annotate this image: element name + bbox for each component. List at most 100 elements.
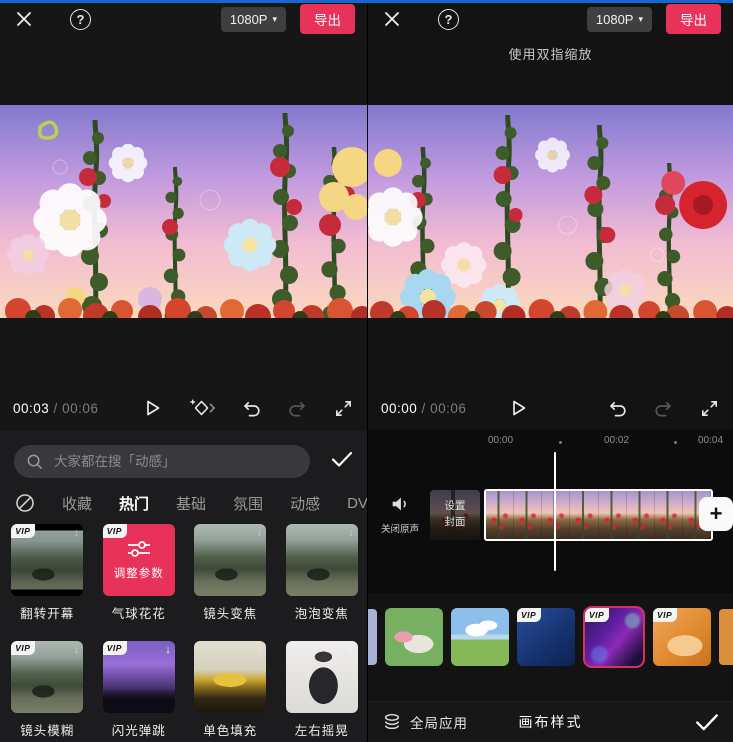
- add-clip-button[interactable]: +: [699, 497, 733, 531]
- none-effect-icon[interactable]: [15, 493, 35, 513]
- vip-badge: VIP: [11, 641, 35, 655]
- app-window: ? 1080P ▾ 导出: [0, 0, 733, 742]
- ruler-tick: 00:00: [488, 435, 513, 446]
- effect-name: 镜头模糊: [20, 720, 74, 739]
- mute-original-sound-button[interactable]: 关闭原声: [376, 494, 424, 535]
- clip-frame: [599, 491, 627, 539]
- effects-panel: 收藏 热门 基础 氛围 动感 DV VIP ↓ 翻转开幕 VIP: [0, 431, 367, 742]
- resolution-button[interactable]: 1080P ▾: [221, 7, 286, 32]
- ruler-dot: [559, 441, 562, 444]
- screen-effects: ? 1080P ▾ 导出: [0, 0, 367, 742]
- canvas-style-list: VIP VIP VIP: [368, 603, 733, 671]
- caret-down-icon: ▾: [638, 15, 643, 24]
- undo-icon[interactable]: [607, 398, 628, 419]
- redo-icon[interactable]: [653, 398, 674, 419]
- download-icon: ↓: [257, 644, 263, 656]
- export-button[interactable]: 导出: [300, 4, 355, 34]
- resolution-label: 1080P: [596, 12, 634, 27]
- left-player-bar: 00:03 / 00:06: [0, 388, 367, 428]
- download-icon: ↓: [348, 644, 354, 656]
- apply-all-label: 全局应用: [410, 712, 468, 732]
- effects-grid: VIP ↓ 翻转开幕 VIP 调整参数 气球: [10, 524, 359, 739]
- apply-to-all-button[interactable]: 全局应用: [382, 712, 468, 732]
- vip-badge: VIP: [653, 608, 677, 622]
- cover-label: 设置封面: [442, 499, 468, 531]
- search-input[interactable]: [52, 453, 298, 470]
- fullscreen-icon[interactable]: [699, 398, 720, 419]
- canvas-style-item[interactable]: [451, 608, 509, 666]
- effect-item-selected[interactable]: VIP 调整参数 气球花花: [102, 524, 177, 622]
- close-icon[interactable]: [12, 7, 36, 31]
- mute-label: 关闭原声: [381, 521, 419, 535]
- pinch-zoom-hint: 使用双指缩放: [368, 44, 733, 63]
- play-button[interactable]: [141, 397, 163, 419]
- tab-hot[interactable]: 热门: [119, 493, 149, 514]
- video-clip[interactable]: [484, 489, 713, 541]
- effect-name: 翻转开幕: [20, 603, 74, 622]
- confirm-effect-icon[interactable]: [330, 449, 354, 469]
- help-icon[interactable]: ?: [70, 9, 91, 30]
- export-button[interactable]: 导出: [666, 4, 721, 34]
- tab-basic[interactable]: 基础: [176, 493, 206, 514]
- download-icon: ↓: [165, 644, 171, 656]
- timeline-ruler: 00:00 00:02 00:04: [368, 435, 733, 449]
- canvas-footer: 全局应用 画布样式: [368, 701, 733, 742]
- close-icon[interactable]: [380, 7, 404, 31]
- clip-frame: [514, 491, 542, 539]
- layers-stack-icon: [382, 712, 402, 732]
- playhead[interactable]: [554, 452, 556, 571]
- effect-name: 左右摇晃: [295, 720, 349, 739]
- undo-icon[interactable]: [241, 398, 262, 419]
- fullscreen-icon[interactable]: [333, 398, 354, 419]
- effect-name: 镜头变焦: [203, 603, 257, 622]
- effect-item[interactable]: VIP ↓ 翻转开幕: [10, 524, 85, 622]
- ruler-tick: 00:04: [698, 435, 723, 446]
- effect-category-tabs: 收藏 热门 基础 氛围 动感 DV: [15, 488, 367, 518]
- effect-name: 泡泡变焦: [295, 603, 349, 622]
- download-icon: ↓: [74, 527, 80, 539]
- play-button[interactable]: [507, 397, 529, 419]
- canvas-style-item[interactable]: VIP: [517, 608, 575, 666]
- ruler-dot: [674, 441, 677, 444]
- effect-item[interactable]: ↓ 单色填充: [193, 641, 268, 739]
- clip-frame: [627, 491, 655, 539]
- help-icon[interactable]: ?: [438, 9, 459, 30]
- tab-atmosphere[interactable]: 氛围: [233, 493, 263, 514]
- redo-icon[interactable]: [287, 398, 308, 419]
- video-preview-left: [0, 105, 367, 318]
- clip-frame: [486, 491, 514, 539]
- effect-item[interactable]: ↓ 泡泡变焦: [285, 524, 360, 622]
- panel-title: 画布样式: [519, 712, 583, 732]
- keyframe-icon[interactable]: [188, 397, 216, 419]
- screen-timeline: ? 1080P ▾ 导出 使用双指缩放: [367, 0, 733, 742]
- clip-frame: [570, 491, 598, 539]
- confirm-canvas-icon[interactable]: [694, 711, 720, 733]
- time-display: 00:03 / 00:06: [13, 401, 98, 416]
- resolution-button[interactable]: 1080P ▾: [587, 7, 652, 32]
- effect-item[interactable]: ↓ 左右摇晃: [285, 641, 360, 739]
- resolution-label: 1080P: [230, 12, 268, 27]
- canvas-style-item[interactable]: VIP: [653, 608, 711, 666]
- effect-item[interactable]: VIP ↓ 镜头模糊: [10, 641, 85, 739]
- canvas-style-item[interactable]: [719, 609, 733, 665]
- effect-item[interactable]: VIP ↓ 闪光弹跳: [102, 641, 177, 739]
- left-toolbar: ? 1080P ▾ 导出: [0, 3, 367, 35]
- tab-favorites[interactable]: 收藏: [62, 493, 92, 514]
- canvas-style-item-selected[interactable]: VIP: [583, 606, 645, 668]
- tab-dv[interactable]: DV: [347, 495, 367, 512]
- effect-name: 气球花花: [112, 603, 166, 622]
- tab-dynamic[interactable]: 动感: [290, 493, 320, 514]
- video-preview-right: [368, 105, 733, 318]
- speaker-icon: [389, 494, 411, 514]
- caret-down-icon: ▾: [272, 15, 277, 24]
- canvas-style-item[interactable]: [385, 608, 443, 666]
- timeline-area: 00:00 00:02 00:04 关闭原声 设置封面: [368, 430, 733, 593]
- effect-item[interactable]: ↓ 镜头变焦: [193, 524, 268, 622]
- vip-badge: VIP: [103, 641, 127, 655]
- canvas-style-item[interactable]: [368, 609, 377, 665]
- right-player-bar: 00:00 / 00:06: [368, 388, 733, 428]
- download-icon: ↓: [348, 527, 354, 539]
- set-cover-button[interactable]: 设置封面: [430, 490, 480, 540]
- search-bar[interactable]: [14, 445, 310, 478]
- vip-badge: VIP: [517, 608, 541, 622]
